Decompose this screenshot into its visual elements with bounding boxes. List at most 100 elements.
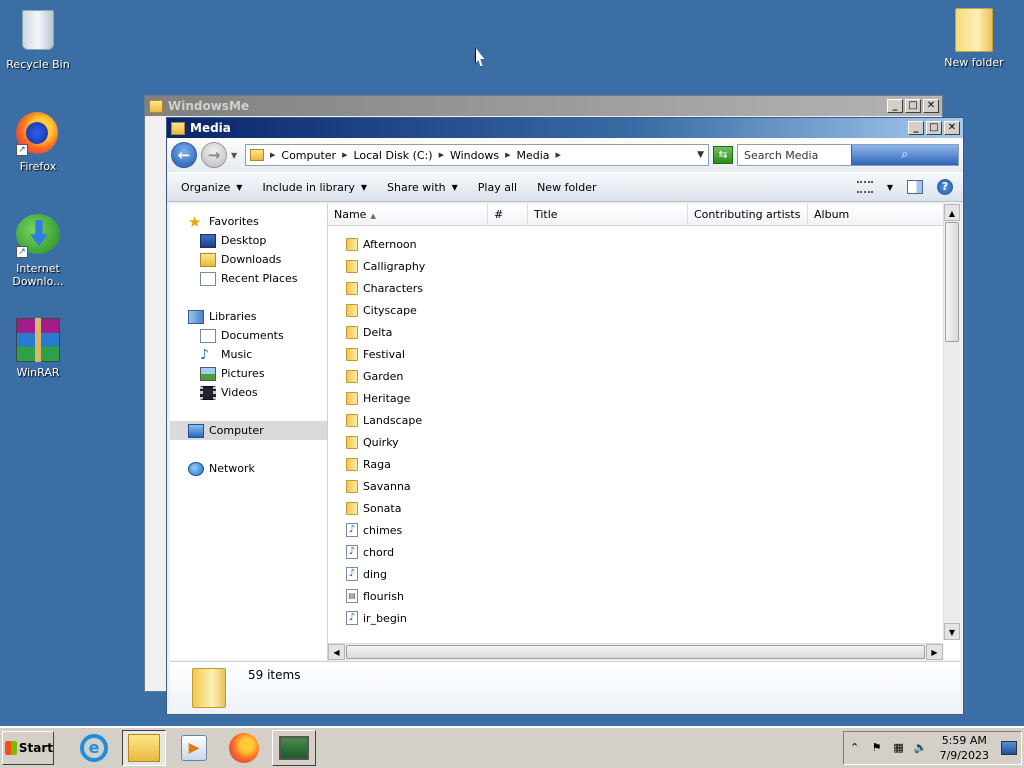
window-titlebar[interactable]: WindowsMe _ □ ✕	[145, 96, 942, 116]
desktop-icon-internet-download-manager[interactable]: ↗ Internet Downlo...	[0, 214, 76, 288]
taskbar-media-player[interactable]: ▶	[172, 730, 216, 766]
file-row[interactable]: Garden	[328, 365, 942, 387]
file-row[interactable]: Savanna	[328, 475, 942, 497]
minimize-button[interactable]: _	[887, 99, 903, 113]
column-header-album[interactable]: Album	[808, 204, 943, 225]
file-row[interactable]: ♪ ding	[328, 563, 942, 585]
maximize-button[interactable]: □	[926, 121, 942, 135]
breadcrumb-windows[interactable]: Windows	[450, 149, 499, 162]
file-row[interactable]: Characters	[328, 277, 942, 299]
play-all-button[interactable]: Play all	[478, 181, 517, 194]
desktop-icon-firefox[interactable]: ↗ Firefox	[0, 112, 76, 173]
taskbar-internet-explorer[interactable]: e	[72, 730, 116, 766]
vertical-scrollbar[interactable]: ▲ ▼	[943, 204, 960, 640]
media-explorer-window[interactable]: Media _ □ ✕ ← → ▼ ▶ Computer ▶ Local Dis…	[166, 117, 964, 715]
column-header-name[interactable]: Name ▲	[328, 204, 488, 225]
column-header-number[interactable]: #	[488, 204, 528, 225]
file-list: Afternoon Calligraphy Characters Cityscape D…	[328, 226, 942, 633]
include-in-library-menu[interactable]: Include in library ▼	[262, 181, 367, 194]
close-button[interactable]: ✕	[944, 121, 960, 135]
nav-recent-places[interactable]: Recent Places	[170, 269, 327, 288]
chevron-right-icon[interactable]: ▶	[556, 151, 561, 159]
help-icon[interactable]: ?	[937, 179, 953, 195]
maximize-button[interactable]: □	[905, 99, 921, 113]
share-with-menu[interactable]: Share with ▼	[387, 181, 458, 194]
chevron-right-icon[interactable]: ▶	[342, 151, 347, 159]
search-input[interactable]: Search Media ⌕	[737, 144, 959, 166]
new-folder-button[interactable]: New folder	[537, 181, 596, 194]
taskbar-firefox[interactable]	[222, 730, 266, 766]
folder-icon	[149, 99, 163, 113]
forward-button[interactable]: →	[201, 142, 227, 168]
organize-menu[interactable]: Organize ▼	[181, 181, 242, 194]
scroll-down-arrow[interactable]: ▼	[944, 623, 960, 640]
scroll-right-arrow[interactable]: ▶	[926, 644, 943, 660]
back-button[interactable]: ←	[171, 142, 197, 168]
show-desktop-icon[interactable]	[1001, 741, 1017, 755]
minimize-button[interactable]: _	[908, 121, 924, 135]
desktop-icon-winrar[interactable]: WinRAR	[0, 318, 76, 379]
nav-computer[interactable]: Computer	[170, 421, 327, 440]
taskbar-windows-explorer[interactable]	[122, 730, 166, 766]
file-row[interactable]: Raga	[328, 453, 942, 475]
nav-favorites[interactable]: ★ Favorites	[170, 212, 327, 231]
nav-videos[interactable]: Videos	[170, 383, 327, 402]
change-view-icon[interactable]	[856, 181, 873, 193]
file-row[interactable]: ♪ir_end	[328, 629, 942, 633]
volume-muted-icon[interactable]: 🔈	[914, 741, 928, 755]
nav-desktop[interactable]: Desktop	[170, 231, 327, 250]
file-row[interactable]: Afternoon	[328, 233, 942, 255]
file-row[interactable]: ♪ chord	[328, 541, 942, 563]
show-hidden-icons-icon[interactable]: ⌃	[848, 741, 862, 755]
scroll-thumb[interactable]	[346, 645, 925, 659]
clock[interactable]: 5:59 AM 7/9/2023	[936, 733, 993, 763]
chevron-right-icon[interactable]: ▶	[505, 151, 510, 159]
column-header-contributing-artists[interactable]: Contributing artists	[688, 204, 808, 225]
file-row[interactable]: Delta	[328, 321, 942, 343]
file-row[interactable]: ♪ ir_begin	[328, 607, 942, 629]
desktop-icon-new-folder[interactable]: New folder	[936, 8, 1012, 69]
action-center-flag-icon[interactable]: ⚑	[870, 741, 884, 755]
windows-explorer-icon	[128, 734, 160, 762]
folder-icon	[346, 259, 358, 273]
scroll-up-arrow[interactable]: ▲	[944, 204, 960, 221]
file-row[interactable]: Heritage	[328, 387, 942, 409]
scroll-left-arrow[interactable]: ◀	[328, 644, 345, 660]
nav-network[interactable]: Network	[170, 459, 327, 478]
start-button[interactable]: Start	[2, 731, 54, 765]
breadcrumb-computer[interactable]: Computer	[281, 149, 336, 162]
window-titlebar[interactable]: Media _ □ ✕	[167, 118, 963, 138]
breadcrumb-media[interactable]: Media	[516, 149, 549, 162]
file-row[interactable]: ▤ flourish	[328, 585, 942, 607]
refresh-button[interactable]: ⇆	[713, 146, 733, 164]
address-history-dropdown[interactable]: ▼	[697, 150, 704, 160]
chevron-right-icon[interactable]: ▶	[270, 151, 275, 159]
recent-pages-dropdown[interactable]: ▼	[231, 151, 241, 160]
preview-pane-icon[interactable]	[907, 180, 923, 194]
taskbar-system-monitor[interactable]	[272, 730, 316, 766]
file-row[interactable]: Landscape	[328, 409, 942, 431]
nav-documents[interactable]: Documents	[170, 326, 327, 345]
horizontal-scrollbar[interactable]: ◀ ▶	[328, 643, 943, 660]
file-row[interactable]: Festival	[328, 343, 942, 365]
view-dropdown-icon[interactable]: ▼	[887, 183, 893, 192]
nav-libraries[interactable]: Libraries	[170, 307, 327, 326]
file-row[interactable]: ♪ chimes	[328, 519, 942, 541]
address-bar[interactable]: ▶ Computer ▶ Local Disk (C:) ▶ Windows ▶…	[245, 144, 709, 166]
nav-music[interactable]: ♪ Music	[170, 345, 327, 364]
breadcrumb-local-disk[interactable]: Local Disk (C:)	[353, 149, 432, 162]
search-icon[interactable]: ⌕	[850, 145, 958, 165]
nav-downloads[interactable]: Downloads	[170, 250, 327, 269]
nav-pictures[interactable]: Pictures	[170, 364, 327, 383]
file-row[interactable]: Sonata	[328, 497, 942, 519]
media-player-icon: ▶	[181, 735, 207, 761]
chevron-right-icon[interactable]: ▶	[439, 151, 444, 159]
file-row[interactable]: Quirky	[328, 431, 942, 453]
scroll-thumb[interactable]	[945, 222, 959, 342]
desktop-icon-recycle-bin[interactable]: Recycle Bin	[0, 8, 76, 71]
file-row[interactable]: Calligraphy	[328, 255, 942, 277]
column-header-title[interactable]: Title	[528, 204, 688, 225]
network-icon[interactable]: ▦	[892, 741, 906, 755]
close-button[interactable]: ✕	[923, 99, 939, 113]
file-row[interactable]: Cityscape	[328, 299, 942, 321]
